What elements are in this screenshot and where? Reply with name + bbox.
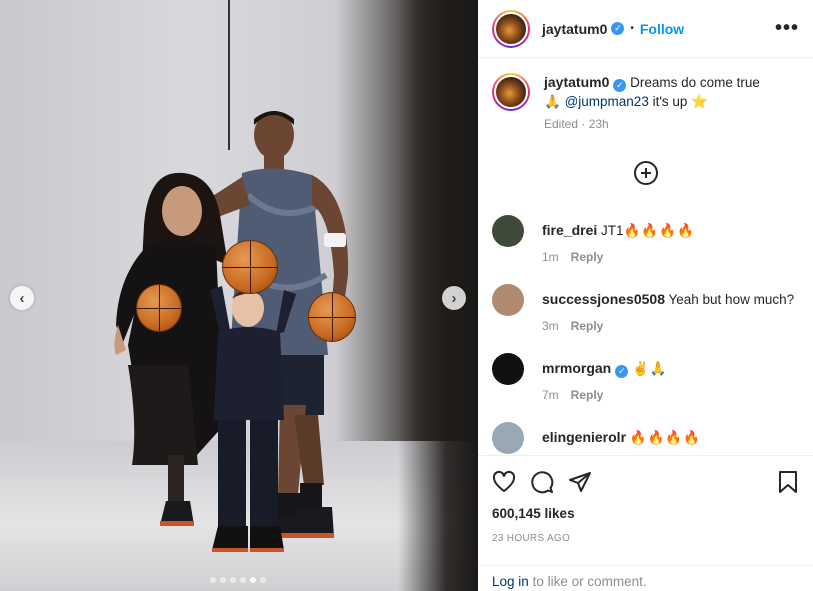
caption-tail: it's up — [652, 94, 688, 109]
reply-button[interactable]: Reply — [571, 319, 604, 333]
carousel-dot — [210, 577, 216, 583]
commenter-avatar[interactable] — [492, 215, 524, 247]
photo-basketball — [308, 292, 356, 342]
caption-mention-link[interactable]: @jumpman23 — [565, 94, 649, 109]
comments-section[interactable]: jaytatum0 ✓ Dreams do come true 🙏 @jumpma… — [478, 59, 813, 454]
comment-item: elingenierolr 🔥🔥🔥🔥8mReply — [492, 422, 799, 454]
comment-text: JT1 — [601, 223, 624, 238]
carousel-dot — [240, 577, 246, 583]
comment-emoji: 🔥🔥🔥🔥 — [623, 223, 695, 238]
photo-figure-boy — [210, 286, 296, 552]
header-separator: • — [630, 23, 634, 34]
comment-time: 1m — [542, 250, 559, 264]
reply-button[interactable]: Reply — [571, 388, 604, 402]
commenter-username[interactable]: elingenierolr — [542, 429, 626, 445]
comment-emoji: ✌️🙏 — [632, 361, 668, 376]
carousel-dot — [220, 577, 226, 583]
follow-button[interactable]: Follow — [640, 21, 684, 37]
post-caption: jaytatum0 ✓ Dreams do come true 🙏 @jumpma… — [492, 73, 799, 131]
login-prompt: Log in to like or comment. — [478, 565, 813, 591]
carousel-dot — [260, 577, 266, 583]
login-link[interactable]: Log in — [492, 574, 529, 589]
comment-body: mrmorgan ✓ ✌️🙏 — [542, 353, 668, 378]
carousel-dot — [250, 577, 256, 583]
comment-meta: 7m Reply — [542, 388, 668, 402]
verified-badge-icon: ✓ — [611, 22, 625, 35]
reply-button[interactable]: Reply — [571, 250, 604, 264]
post-time-ago: 23 HOURS AGO — [492, 533, 571, 544]
load-more-comments-icon[interactable] — [633, 161, 658, 185]
author-avatar[interactable] — [492, 9, 530, 48]
caption-edited-meta: Edited · 23h — [544, 117, 609, 131]
commenter-avatar[interactable] — [492, 422, 524, 454]
comment-item: successjones0508 Yeah but how much? 3m Rep… — [492, 284, 799, 333]
comment-bubble-icon[interactable] — [530, 470, 554, 494]
likes-count[interactable]: 600,145 likes — [492, 506, 799, 521]
post-footer: 600,145 likes 23 HOURS AGO — [478, 455, 813, 544]
photo-shadow — [398, 0, 478, 591]
verified-badge-icon: ✓ — [613, 79, 627, 92]
login-tail-text: to like or comment. — [532, 574, 647, 589]
carousel-next-button[interactable]: › — [442, 286, 466, 310]
commenter-avatar[interactable] — [492, 284, 524, 316]
commenter-avatar[interactable] — [492, 353, 524, 385]
share-paper-plane-icon[interactable] — [568, 470, 592, 494]
comment-item: fire_drei JT1🔥🔥🔥🔥 1m Reply — [492, 215, 799, 264]
carousel-prev-button[interactable]: ‹ — [10, 286, 34, 310]
commenter-username[interactable]: mrmorgan — [542, 360, 611, 376]
comment-body: fire_drei JT1🔥🔥🔥🔥 — [542, 215, 695, 240]
like-heart-icon[interactable] — [492, 470, 516, 494]
comment-time: 3m — [542, 319, 559, 333]
author-username[interactable]: jaytatum0 — [542, 21, 607, 37]
photo-basketball — [222, 240, 278, 294]
commenter-username[interactable]: fire_drei — [542, 222, 597, 238]
caption-text: jaytatum0 ✓ Dreams do come true 🙏 @jumpma… — [544, 73, 760, 111]
comment-item: mrmorgan ✓ ✌️🙏 7m Reply — [492, 353, 799, 402]
comment-meta: 1m Reply — [542, 250, 695, 264]
comment-emoji: 🔥🔥🔥🔥 — [629, 430, 702, 445]
post-photo: ‹ › — [0, 0, 478, 591]
caption-avatar[interactable] — [492, 73, 530, 111]
comment-meta: 3m Reply — [542, 319, 794, 333]
verified-badge-icon: ✓ — [615, 364, 629, 378]
more-options-icon[interactable]: ••• — [775, 17, 799, 40]
save-bookmark-icon[interactable] — [777, 470, 799, 494]
comment-list: fire_drei JT1🔥🔥🔥🔥 1m Reply successjones0508… — [492, 215, 799, 454]
caption-username[interactable]: jaytatum0 — [544, 74, 609, 90]
comment-body: successjones0508 Yeah but how much? — [542, 284, 794, 309]
commenter-username[interactable]: successjones0508 — [542, 291, 665, 307]
photo-basketball — [136, 284, 182, 332]
star-emoji: ⭐ — [691, 94, 709, 109]
pray-emoji: 🙏 — [544, 94, 561, 109]
caption-body: Dreams do come true — [630, 75, 760, 90]
comment-body: elingenierolr 🔥🔥🔥🔥 — [542, 422, 701, 447]
comment-text: Yeah but how much? — [668, 292, 795, 307]
comment-time: 7m — [542, 388, 559, 402]
carousel-dots — [210, 577, 266, 583]
post-side-panel: jaytatum0 ✓ • Follow ••• jaytatum0 ✓ Drea… — [478, 0, 813, 591]
post-header: jaytatum0 ✓ • Follow ••• — [478, 0, 813, 58]
carousel-dot — [230, 577, 236, 583]
action-bar — [492, 456, 799, 508]
